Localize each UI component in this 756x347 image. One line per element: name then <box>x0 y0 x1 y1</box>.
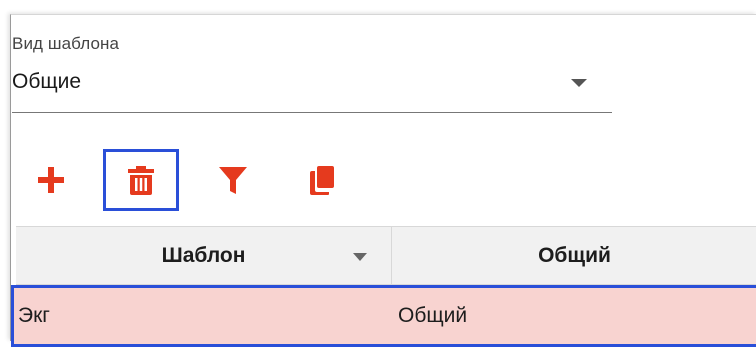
filter-icon <box>219 167 247 194</box>
cell-template-type: Общий <box>398 304 468 327</box>
column-header-template-label: Шаблон <box>161 243 246 267</box>
table-row[interactable]: Экг Общий <box>11 285 756 347</box>
add-button[interactable] <box>29 149 73 211</box>
field-underline <box>12 112 612 113</box>
table-header: Шаблон Общий <box>16 226 756 286</box>
column-header-common[interactable]: Общий <box>392 227 756 284</box>
sort-arrow-icon[interactable] <box>353 253 367 261</box>
filter-button[interactable] <box>207 149 259 211</box>
template-panel: Вид шаблона Общие Шаблон Общий Экг Общий <box>10 14 756 347</box>
trash-icon <box>128 166 154 195</box>
plus-icon <box>38 167 64 193</box>
template-type-label: Вид шаблона <box>12 34 120 53</box>
copy-icon <box>310 166 334 195</box>
column-header-template[interactable]: Шаблон <box>16 227 391 284</box>
column-header-common-label: Общий <box>538 243 611 267</box>
copy-button[interactable] <box>296 149 348 211</box>
cell-template-name: Экг <box>18 304 50 327</box>
dropdown-arrow-icon[interactable] <box>571 79 587 87</box>
delete-button[interactable] <box>103 149 179 211</box>
template-type-value[interactable]: Общие <box>12 70 81 94</box>
template-type-select[interactable]: Вид шаблона Общие <box>12 34 612 114</box>
toolbar <box>11 149 756 219</box>
templates-table: Шаблон Общий Экг Общий <box>11 226 756 347</box>
